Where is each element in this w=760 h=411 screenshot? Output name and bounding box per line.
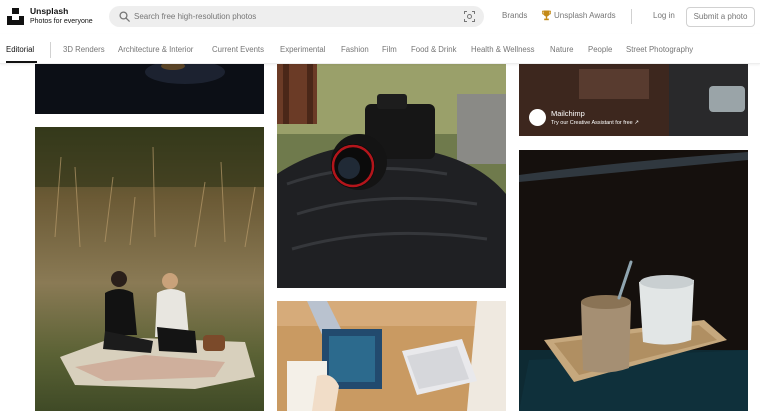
trophy-icon: [542, 10, 551, 21]
topic-food-drink[interactable]: Food & Drink: [411, 45, 457, 54]
nav-awards-link[interactable]: Unsplash Awards: [554, 11, 616, 20]
topic-architecture-interior[interactable]: Architecture & Interior: [118, 45, 193, 54]
photo-sponsored-mailchimp[interactable]: Mailchimp Try our Creative Assistant for…: [519, 64, 748, 136]
topic-film[interactable]: Film: [382, 45, 397, 54]
search-input[interactable]: [134, 8, 444, 25]
photo-dark-top[interactable]: [35, 64, 264, 114]
top-header: Unsplash Photos for everyone Brands Unsp…: [0, 0, 760, 34]
active-topic-indicator: [6, 61, 37, 63]
topic-experimental[interactable]: Experimental: [280, 45, 326, 54]
photo-desk-workspace[interactable]: [277, 301, 506, 411]
topics-nav: Editorial 3D Renders Architecture & Inte…: [0, 34, 760, 64]
photo-couple-picnic[interactable]: [35, 127, 264, 411]
sponsor-name: Mailchimp: [551, 109, 585, 118]
brand-name: Unsplash: [30, 6, 69, 16]
topic-3d-renders[interactable]: 3D Renders: [63, 45, 105, 54]
brand[interactable]: Unsplash Photos for everyone: [30, 7, 93, 25]
topic-current-events[interactable]: Current Events: [212, 45, 264, 54]
visual-search-icon[interactable]: [464, 11, 475, 22]
sponsor-subtitle[interactable]: Try our Creative Assistant for free ↗: [551, 120, 639, 126]
login-link[interactable]: Log in: [653, 11, 675, 20]
topics-divider: [50, 42, 51, 58]
search-bar[interactable]: [109, 6, 484, 27]
topic-people[interactable]: People: [588, 45, 612, 54]
sponsor-badge[interactable]: Mailchimp Try our Creative Assistant for…: [529, 109, 639, 126]
nav-brands-link[interactable]: Brands: [502, 11, 527, 20]
topic-health-wellness[interactable]: Health & Wellness: [471, 45, 535, 54]
photo-cups-on-tray[interactable]: [519, 150, 748, 411]
topic-nature[interactable]: Nature: [550, 45, 573, 54]
unsplash-logo-icon[interactable]: [7, 8, 24, 25]
mailchimp-logo-icon: [529, 109, 546, 126]
topic-street-photography[interactable]: Street Photography: [626, 45, 693, 54]
brand-tagline: Photos for everyone: [30, 17, 93, 25]
photo-camera-on-bag[interactable]: [277, 64, 506, 288]
header-divider: [631, 9, 632, 24]
search-icon[interactable]: [119, 11, 130, 22]
submit-photo-button[interactable]: Submit a photo: [686, 7, 755, 27]
topic-editorial[interactable]: Editorial: [6, 45, 34, 54]
topic-fashion[interactable]: Fashion: [341, 45, 369, 54]
